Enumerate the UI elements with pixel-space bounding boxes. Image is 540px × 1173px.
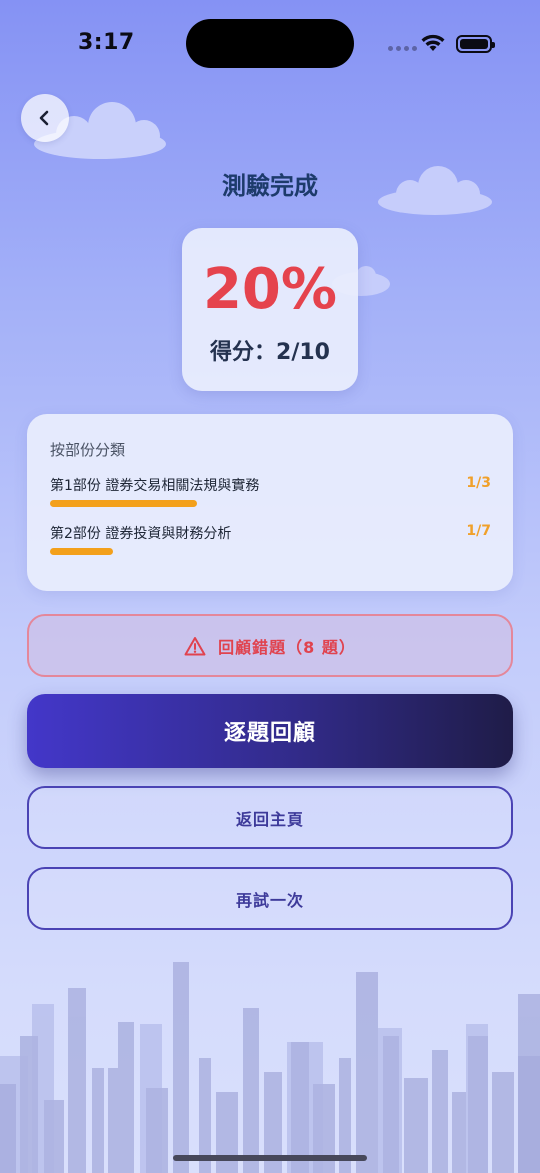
status-bar: 3:17 — [0, 0, 540, 88]
city-skyline-decoration — [0, 962, 540, 1173]
section-heading: 按部份分類 — [50, 441, 126, 459]
dynamic-island — [186, 19, 354, 68]
back-home-label: 返回主頁 — [235, 809, 304, 829]
status-time: 3:17 — [78, 30, 135, 55]
back-button[interactable] — [21, 94, 69, 142]
home-indicator — [173, 1155, 367, 1161]
retry-label: 再試一次 — [235, 890, 304, 910]
cellular-signal-icon — [388, 46, 417, 51]
score-percent: 20% — [202, 257, 338, 322]
section-row: 第1部份 證券交易相關法規與實務 1/3 — [50, 475, 491, 507]
review-each-question-label: 逐題回顧 — [223, 721, 316, 746]
section-breakdown-card: 按部份分類 第1部份 證券交易相關法規與實務 1/3 第2部份 證券投資與財務分… — [27, 414, 513, 591]
section-progress-bar — [50, 500, 197, 507]
section-name: 第2部份 證券投資與財務分析 — [50, 526, 232, 542]
score-text: 得分：2/10 — [210, 340, 330, 365]
section-score: 1/7 — [466, 523, 491, 539]
battery-icon — [456, 35, 495, 53]
section-name: 第1部份 證券交易相關法規與實務 — [50, 478, 260, 494]
warning-triangle-icon — [184, 636, 206, 655]
score-card: 20% 得分：2/10 — [182, 228, 358, 391]
page-title: 測驗完成 — [222, 172, 318, 200]
chevron-left-icon — [39, 110, 49, 126]
section-score: 1/3 — [466, 475, 491, 491]
back-home-button[interactable]: 返回主頁 — [27, 786, 513, 849]
review-wrong-answers-label: 回顧錯題（8 題） — [218, 637, 356, 657]
retry-button[interactable]: 再試一次 — [27, 867, 513, 930]
section-progress-bar — [50, 548, 113, 555]
review-each-question-button[interactable]: 逐題回顧 — [27, 694, 513, 768]
section-row: 第2部份 證券投資與財務分析 1/7 — [50, 523, 491, 555]
review-wrong-answers-button[interactable]: 回顧錯題（8 題） — [27, 614, 513, 677]
wifi-icon — [421, 34, 445, 51]
